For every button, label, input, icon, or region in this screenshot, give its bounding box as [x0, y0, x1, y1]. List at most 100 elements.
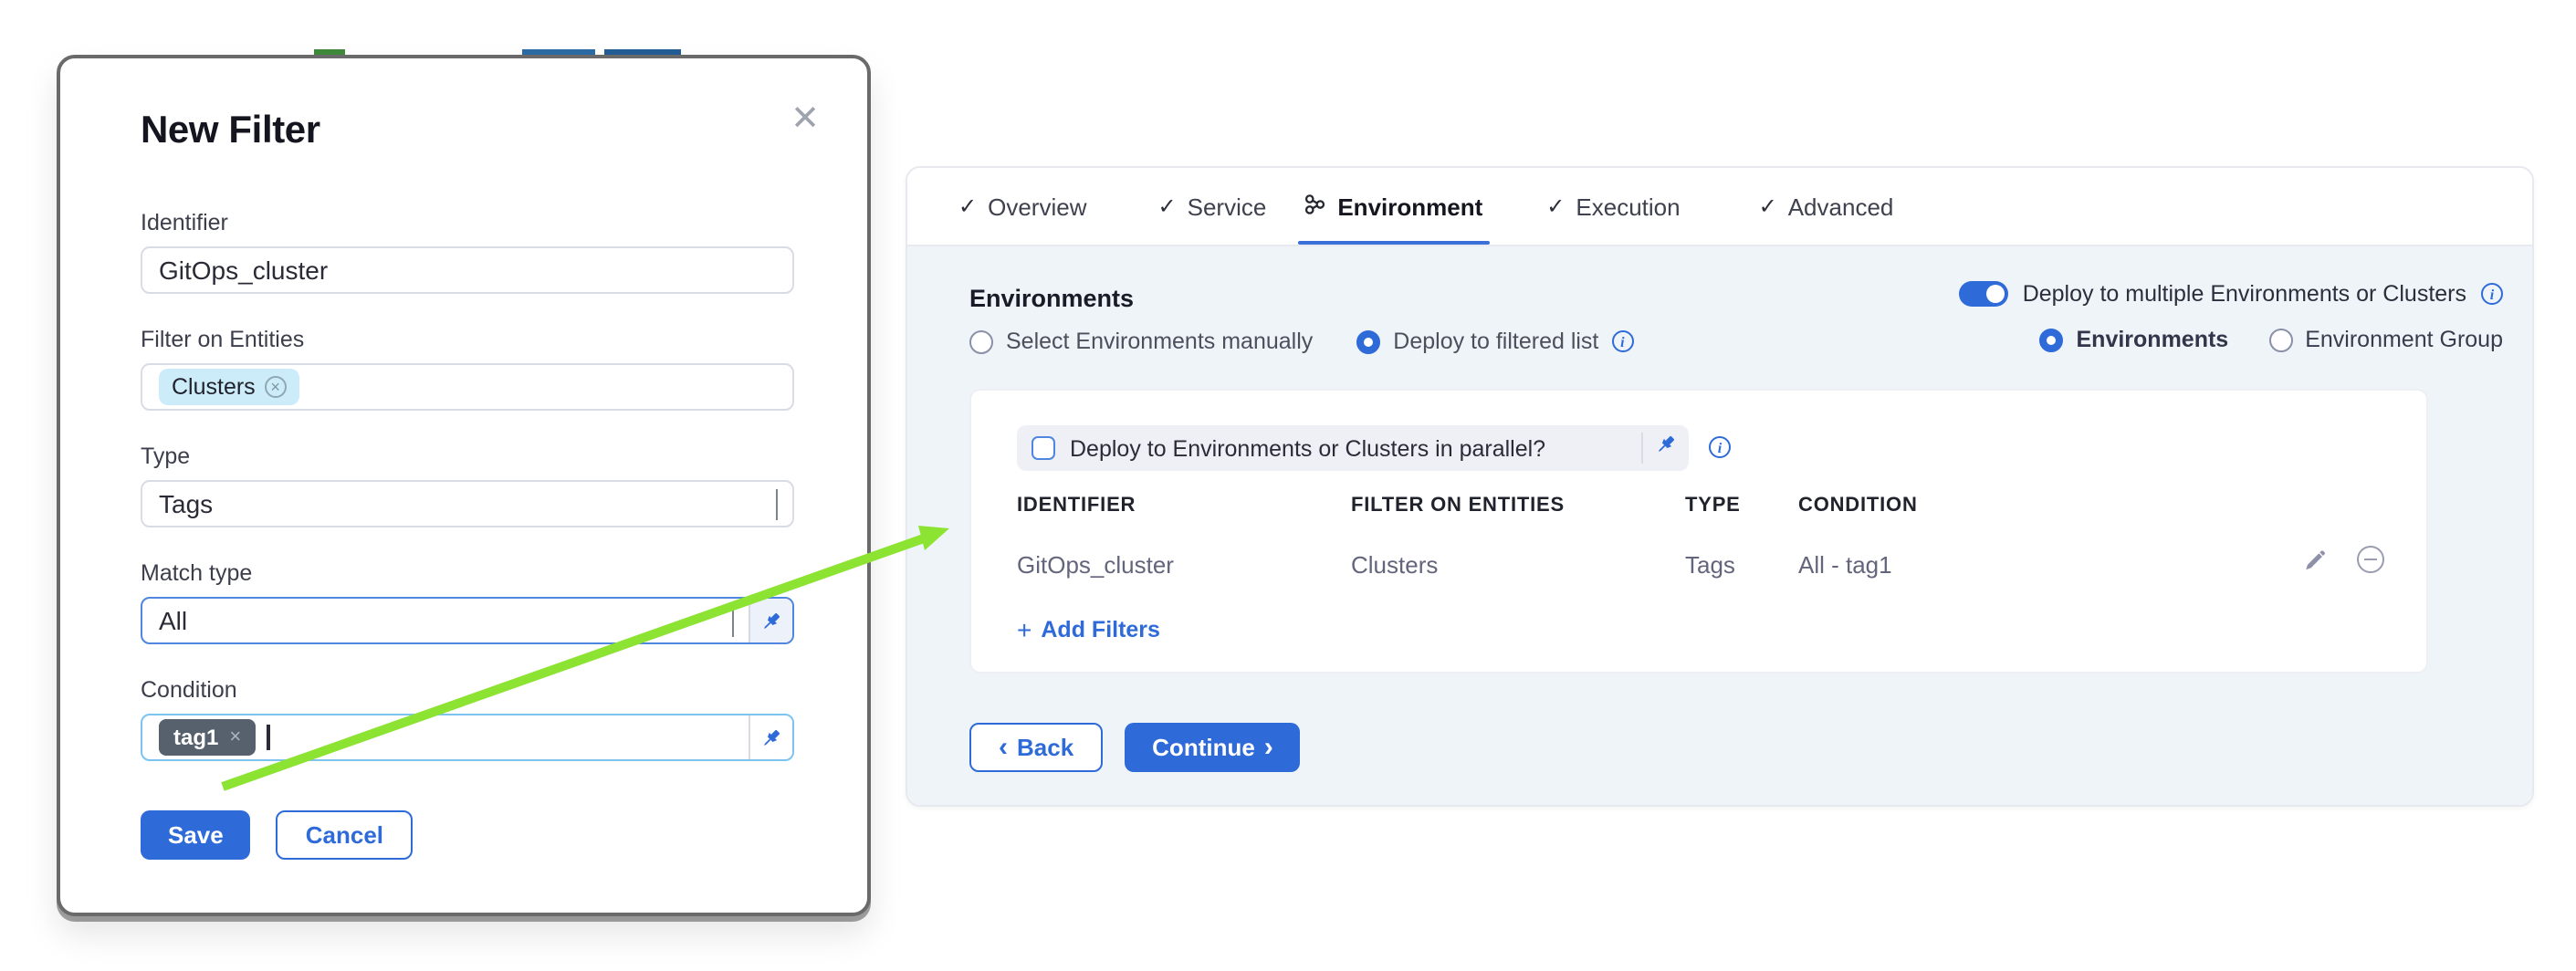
- col-header-identifier: IDENTIFIER: [1017, 495, 1136, 517]
- filters-card: Deploy to Environments or Clusters in pa…: [969, 389, 2428, 673]
- text-cursor: [267, 725, 269, 750]
- identifier-input[interactable]: GitOps_cluster: [141, 246, 794, 294]
- active-tab-underline: [1297, 240, 1490, 245]
- new-filter-modal: ✕ New Filter Identifier GitOps_cluster F…: [57, 55, 871, 916]
- screenshot-stage: ✕ New Filter Identifier GitOps_cluster F…: [0, 0, 2576, 971]
- toggle-knob: [1986, 285, 2005, 303]
- modal-button-row: Save Cancel: [141, 810, 787, 860]
- entities-input[interactable]: Clusters ×: [141, 363, 794, 411]
- back-button[interactable]: ‹ Back: [969, 723, 1103, 772]
- radio-environments[interactable]: Environments: [2040, 327, 2229, 352]
- col-header-type: TYPE: [1685, 495, 1741, 517]
- row-filter-on-entities: Clusters: [1351, 551, 1438, 579]
- condition-chip-label: tag1: [173, 725, 218, 750]
- entities-chip[interactable]: Clusters ×: [159, 369, 299, 405]
- toggle-on[interactable]: [1959, 281, 2008, 307]
- row-identifier: GitOps_cluster: [1017, 551, 1174, 579]
- radio-icon[interactable]: [969, 329, 993, 353]
- plus-icon: +: [1017, 615, 1031, 644]
- row-condition: All - tag1: [1798, 551, 1892, 579]
- entities-label: Filter on Entities: [141, 327, 787, 352]
- info-icon[interactable]: i: [1709, 436, 1731, 458]
- row-type: Tags: [1685, 551, 1735, 579]
- condition-chip[interactable]: tag1 ×: [159, 719, 256, 756]
- col-header-condition: CONDITION: [1798, 495, 1918, 517]
- tab-label: Overview: [988, 193, 1086, 220]
- save-button[interactable]: Save: [141, 810, 251, 860]
- col-header-filter-on-entities: FILTER ON ENTITIES: [1351, 495, 1565, 517]
- radio-environment-group[interactable]: Environment Group: [2268, 327, 2503, 352]
- tab-label: Advanced: [1788, 193, 1894, 220]
- radio-icon[interactable]: [1356, 329, 1380, 353]
- parallel-checkbox-bar: Deploy to Environments or Clusters in pa…: [1017, 425, 1689, 471]
- check-icon: ✓: [1759, 193, 1777, 219]
- parallel-checkbox-label: Deploy to Environments or Clusters in pa…: [1070, 435, 1641, 461]
- condition-input[interactable]: tag1 ×: [141, 714, 794, 761]
- tab-service[interactable]: ✓ Service: [1158, 168, 1267, 245]
- edit-filter-button[interactable]: [2299, 546, 2328, 575]
- remove-filter-button[interactable]: [2357, 546, 2384, 573]
- radio-label: Deploy to filtered list: [1393, 329, 1598, 354]
- identifier-value: GitOps_cluster: [159, 256, 328, 285]
- chevron-down-icon: [732, 606, 734, 637]
- stage-tabbar: ✓ Overview ✓ Service Environment ✓: [907, 168, 2532, 246]
- tab-advanced[interactable]: ✓ Advanced: [1759, 168, 1894, 245]
- type-value: Tags: [159, 489, 213, 518]
- pin-button[interactable]: [749, 715, 792, 759]
- close-icon[interactable]: ✕: [791, 102, 820, 137]
- tab-environment[interactable]: Environment: [1301, 168, 1482, 245]
- info-icon[interactable]: i: [2481, 283, 2503, 305]
- continue-button[interactable]: Continue ›: [1125, 723, 1301, 772]
- environment-mode-radios: Select Environments manually Deploy to f…: [969, 329, 1633, 354]
- identifier-label: Identifier: [141, 210, 787, 235]
- check-icon: ✓: [958, 193, 977, 219]
- pin-button[interactable]: [749, 599, 792, 642]
- wizard-nav-buttons: ‹ Back Continue ›: [969, 723, 1301, 772]
- toggle-label: Deploy to multiple Environments or Clust…: [2023, 281, 2466, 307]
- chevron-left-icon: ‹: [999, 734, 1008, 761]
- parallel-checkbox[interactable]: [1031, 436, 1055, 460]
- tab-overview[interactable]: ✓ Overview: [958, 168, 1087, 245]
- match-type-select[interactable]: All: [141, 597, 794, 644]
- type-label: Type: [141, 444, 787, 469]
- modal-title: New Filter: [141, 110, 787, 153]
- tab-label: Environment: [1337, 193, 1482, 220]
- radio-deploy-filtered[interactable]: Deploy to filtered list i: [1356, 329, 1633, 354]
- multi-deploy-toggle-row: Deploy to multiple Environments or Clust…: [1959, 281, 2503, 307]
- chevron-right-icon: ›: [1264, 734, 1273, 761]
- check-icon: ✓: [1158, 193, 1177, 219]
- tab-label: Execution: [1576, 193, 1680, 220]
- environment-target-radios: Environments Environment Group: [2040, 327, 2504, 352]
- radio-icon[interactable]: [2268, 328, 2292, 351]
- back-label: Back: [1017, 734, 1073, 761]
- radio-label: Environments: [2077, 327, 2229, 352]
- tab-label: Service: [1188, 193, 1267, 220]
- environment-icon: [1301, 191, 1326, 222]
- entities-chip-label: Clusters: [172, 374, 256, 400]
- check-icon: ✓: [1546, 193, 1565, 219]
- radio-label: Environment Group: [2305, 327, 2503, 352]
- type-select[interactable]: Tags: [141, 480, 794, 527]
- radio-icon[interactable]: [2040, 328, 2064, 351]
- tab-execution[interactable]: ✓ Execution: [1546, 168, 1680, 245]
- minus-icon: [2364, 558, 2377, 560]
- add-filters-button[interactable]: + Add Filters: [1017, 615, 1160, 644]
- radio-label: Select Environments manually: [1006, 329, 1313, 354]
- cancel-button[interactable]: Cancel: [277, 810, 413, 860]
- pin-icon: [1654, 432, 1678, 465]
- info-icon[interactable]: i: [1611, 330, 1633, 352]
- section-title: Environments: [969, 285, 1134, 312]
- pin-icon: [759, 609, 783, 632]
- add-filters-label: Add Filters: [1041, 617, 1160, 642]
- pin-icon: [759, 726, 783, 749]
- continue-label: Continue: [1152, 734, 1255, 761]
- chip-remove-icon[interactable]: ×: [265, 376, 287, 398]
- environment-tab-content: Environments Select Environments manuall…: [907, 246, 2532, 807]
- condition-label: Condition: [141, 677, 787, 703]
- chip-remove-icon[interactable]: ×: [229, 726, 241, 748]
- radio-select-manually[interactable]: Select Environments manually: [969, 329, 1313, 354]
- chevron-down-icon: [776, 489, 778, 520]
- match-type-value: All: [159, 606, 187, 635]
- pipeline-stage-panel: ✓ Overview ✓ Service Environment ✓: [906, 166, 2534, 807]
- pin-button[interactable]: [1641, 433, 1689, 464]
